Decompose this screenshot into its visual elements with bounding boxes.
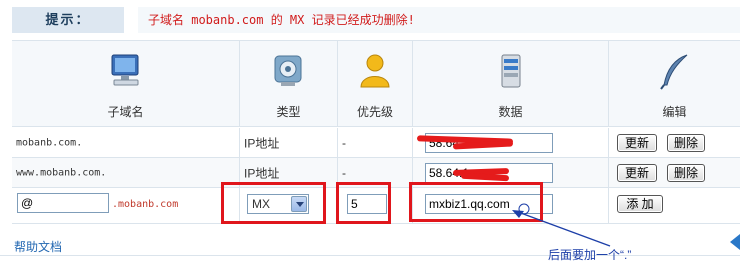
computer-icon (111, 54, 138, 86)
domain-suffix: .mobanb.com (112, 199, 179, 210)
column-priority: 优先级 (338, 41, 413, 126)
update-button[interactable]: 更新 (617, 134, 657, 152)
table-header: 子域名 类型 优先级 数据 编辑 (12, 40, 740, 127)
scroll-left-icon[interactable] (730, 234, 740, 250)
user-icon (360, 54, 390, 88)
add-button[interactable]: 添 加 (617, 195, 663, 213)
notice-bar: 提示： 子域名 mobanb.com 的 MX 记录已经成功删除! (12, 7, 740, 33)
type-cell: IP地址 (244, 166, 280, 180)
table-row: mobanb.com. IP地址 - 58.64.1 更新 删除 (12, 128, 740, 158)
annotation-arrow-icon (512, 210, 611, 247)
quill-pen-icon (659, 54, 687, 90)
column-label: 类型 (276, 105, 301, 119)
column-edit: 编辑 (609, 41, 740, 126)
column-label: 编辑 (662, 105, 687, 119)
notice-message: 子域名 mobanb.com 的 MX 记录已经成功删除! (138, 7, 740, 33)
highlight-box-type (221, 182, 326, 224)
subdomain-input[interactable]: @ (17, 193, 109, 213)
help-link[interactable]: 帮助文档 (14, 238, 62, 255)
column-label: 子域名 (107, 105, 144, 119)
settings-gear-icon (274, 55, 301, 86)
subdomain-cell: mobanb.com. (16, 137, 83, 148)
column-type: 类型 (240, 41, 338, 126)
column-label: 优先级 (356, 105, 393, 119)
priority-cell: - (342, 135, 346, 150)
notice-label: 提示： (12, 7, 124, 33)
delete-button[interactable]: 删除 (667, 134, 705, 152)
column-subdomain: 子域名 (12, 41, 240, 126)
annotation-note: 后面要加一个“.” (548, 248, 632, 262)
priority-cell: - (342, 165, 346, 180)
delete-button[interactable]: 删除 (667, 164, 705, 182)
update-button[interactable]: 更新 (617, 164, 657, 182)
column-data: 数据 (413, 41, 609, 126)
server-icon (501, 54, 520, 88)
type-cell: IP地址 (244, 136, 280, 150)
highlight-box-priority (336, 182, 391, 224)
subdomain-cell: www.mobanb.com. (16, 167, 107, 178)
column-label: 数据 (498, 105, 523, 119)
